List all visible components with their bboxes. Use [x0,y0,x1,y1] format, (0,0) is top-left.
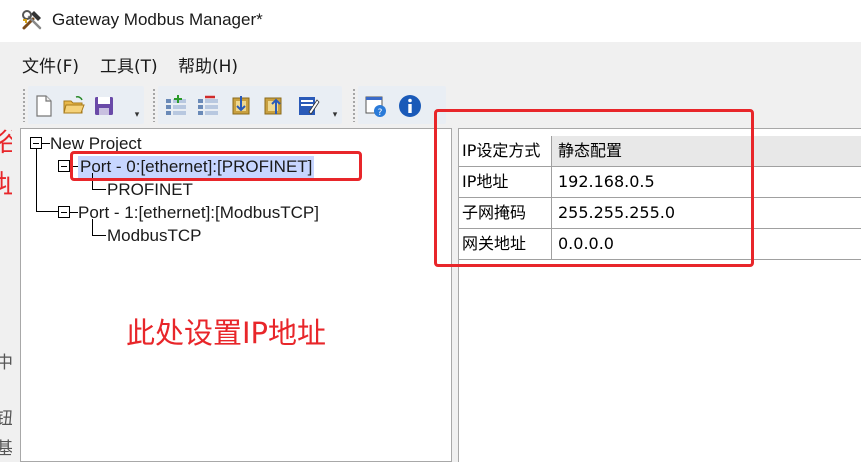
tree-node-profinet[interactable]: PROFINET [107,180,193,200]
toolbar-grip[interactable] [152,88,156,122]
settings-help-icon[interactable]: ? [364,94,388,118]
tree-connector [36,149,37,212]
annotation-highlight-port [70,151,362,181]
export-icon[interactable] [262,94,286,118]
chevron-down-icon[interactable]: ▾ [132,110,142,120]
chevron-down-icon[interactable]: ▾ [330,110,340,120]
svg-text:?: ? [378,108,383,118]
toolbar-group-edit: ▾ [158,86,342,124]
import-icon[interactable] [230,94,254,118]
tree-connector [70,212,78,213]
tree-connector [92,189,106,190]
tree-connector [36,211,58,212]
menu-tools[interactable]: 工具(T) [100,52,158,77]
tree-node-modbustcp[interactable]: ModbusTCP [107,226,201,246]
toolbar-grip[interactable] [352,88,356,122]
menu-file[interactable]: 文件(F) [22,52,79,77]
edge-glyph: 中 [0,353,12,373]
tree-node-port-1[interactable]: Port - 1:[ethernet]:[ModbusTCP] [78,203,319,223]
tools-icon [22,10,42,30]
annotation-text: 此处设置IP地址 [126,316,327,350]
window-title: Gateway Modbus Manager* [52,10,263,29]
menu-help[interactable]: 帮助(H) [178,52,238,77]
add-port-icon[interactable] [164,94,188,118]
open-folder-icon[interactable] [62,94,86,118]
collapse-toggle[interactable] [58,206,70,218]
tree-connector [92,235,106,236]
annotation-highlight-ip [434,109,754,267]
toolbar-group-help: ? [358,86,446,124]
collapse-toggle[interactable] [30,137,42,149]
edge-glyph: 钮 [0,409,12,429]
edit-icon[interactable] [296,94,320,118]
toolbar-grip[interactable] [22,88,26,122]
edge-glyph: 基 [0,439,12,459]
menu-bar: 文件(F) 工具(T) 帮助(H) [0,42,861,82]
remove-port-icon[interactable] [196,94,220,118]
new-file-icon[interactable] [32,94,56,118]
edge-glyph: 址 [0,164,12,201]
info-icon[interactable] [398,94,422,118]
save-icon[interactable] [92,94,116,118]
collapse-toggle[interactable] [58,160,70,172]
title-bar: Gateway Modbus Manager* [0,0,861,42]
toolbar-group-file: ▾ [28,86,144,124]
tree-connector [42,143,50,144]
tree-connector [92,219,93,236]
